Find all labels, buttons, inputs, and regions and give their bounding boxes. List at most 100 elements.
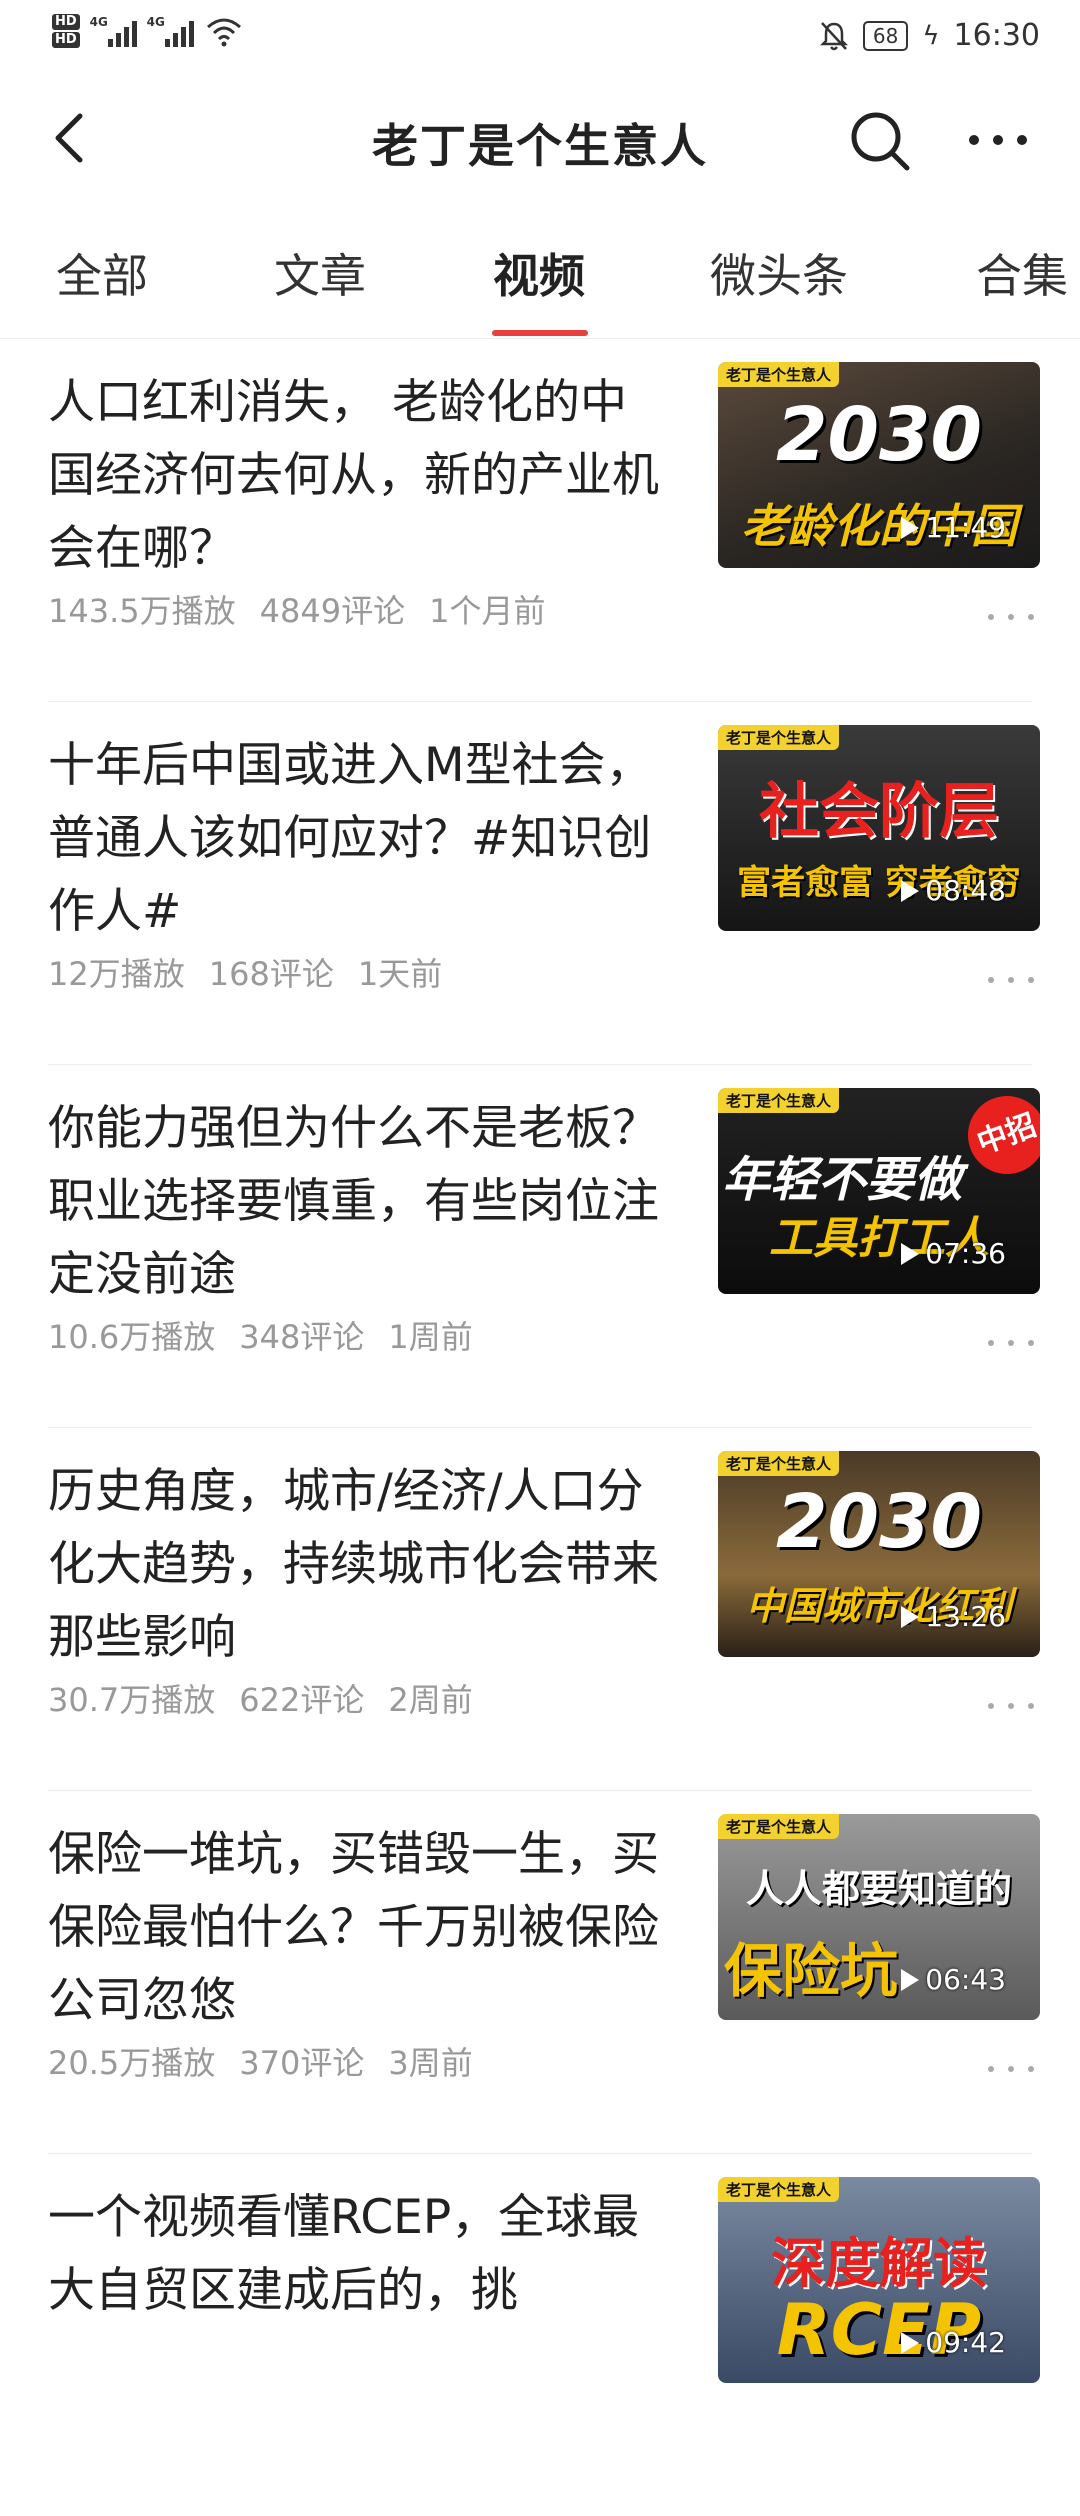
video-title[interactable]: 一个视频看懂RCEP，全球最大自贸区建成后的，挑 <box>48 2181 668 2327</box>
comment-count: 4849评论 <box>259 592 406 630</box>
signal-icon: 4G <box>90 15 137 47</box>
video-title[interactable]: 人口红利消失， 老龄化的中国经济何去何从，新的产业机会在哪？ <box>48 366 668 585</box>
thumbnail-text: 年轻不要做 <box>722 1152 963 1208</box>
battery-level: 68 <box>862 20 909 51</box>
tab-bar: 全部 文章 视频 微头条 合集 <box>0 228 1080 339</box>
video-title[interactable]: 保险一堆坑，买错毁一生，买保险最怕什么？千万别被保险公司忽悠 <box>48 1818 668 2037</box>
active-tab-indicator <box>492 330 588 336</box>
video-duration: 13:26 <box>901 1600 1006 1633</box>
app-header: 老丁是个生意人 <box>0 90 1080 190</box>
more-options-icon[interactable] <box>986 610 1036 624</box>
video-list: 人口红利消失， 老龄化的中国经济何去何从，新的产业机会在哪？ 143.5万播放 … <box>0 338 1080 2516</box>
tab-videos[interactable]: 视频 <box>493 240 585 306</box>
channel-tag: 老丁是个生意人 <box>718 1814 840 1839</box>
video-meta: 12万播放 168评论 1天前 <box>48 949 442 995</box>
status-bar: HD HD 4G 4G 68 ϟ 16:30 <box>0 0 1080 72</box>
publish-time: 1天前 <box>357 955 443 993</box>
channel-tag: 老丁是个生意人 <box>718 1088 840 1113</box>
play-icon <box>901 879 920 902</box>
video-thumbnail[interactable]: 老丁是个生意人 社会阶层 富者愈富 穷者愈穷 08:48 <box>718 725 1040 931</box>
page-title: 老丁是个生意人 <box>372 119 708 173</box>
status-right: 68 ϟ 16:30 <box>819 18 1040 53</box>
video-title[interactable]: 十年后中国或进入M型社会，普通人该如何应对？#知识创作人# <box>48 729 668 948</box>
video-item[interactable]: 一个视频看懂RCEP，全球最大自贸区建成后的，挑 老丁是个生意人 深度解读 RC… <box>0 2153 1080 2516</box>
video-duration: 09:42 <box>901 2326 1006 2359</box>
play-count: 10.6万播放 <box>48 1318 216 1356</box>
publish-time: 3周前 <box>388 2044 473 2082</box>
more-options-icon[interactable] <box>986 973 1036 987</box>
duration-text: 08:48 <box>925 874 1006 907</box>
comment-count: 168评论 <box>208 955 334 993</box>
network-type: 4G <box>146 15 165 29</box>
duration-text: 09:42 <box>925 2326 1006 2359</box>
signal-icon: 4G <box>147 15 194 47</box>
thumbnail-text: 社会阶层 <box>759 777 999 847</box>
tab-articles[interactable]: 文章 <box>274 240 366 306</box>
video-meta: 10.6万播放 348评论 1周前 <box>48 1312 473 1358</box>
network-type: 4G <box>89 15 108 29</box>
thumbnail-text: 人人都要知道的 <box>745 1867 1012 1911</box>
more-options-icon[interactable] <box>958 108 1038 168</box>
comment-count: 348评论 <box>239 1318 365 1356</box>
video-item[interactable]: 人口红利消失， 老龄化的中国经济何去何从，新的产业机会在哪？ 143.5万播放 … <box>0 338 1080 701</box>
play-icon <box>901 2331 920 2354</box>
thumbnail-text: 2030 <box>776 1479 982 1565</box>
thumbnail-text: 2030 <box>776 392 982 478</box>
comment-count: 622评论 <box>239 1681 365 1719</box>
search-icon[interactable] <box>845 106 915 176</box>
video-duration: 06:43 <box>901 1963 1006 1996</box>
video-duration: 07:36 <box>901 1237 1006 1270</box>
publish-time: 2周前 <box>388 1681 473 1719</box>
channel-tag: 老丁是个生意人 <box>718 725 840 750</box>
publish-time: 1个月前 <box>429 592 546 630</box>
charging-icon: ϟ <box>922 20 940 51</box>
video-meta: 20.5万播放 370评论 3周前 <box>48 2038 473 2084</box>
video-thumbnail[interactable]: 老丁是个生意人 深度解读 RCEP 09:42 <box>718 2177 1040 2383</box>
video-title[interactable]: 历史角度，城市/经济/人口分化大趋势，持续城市化会带来那些影响 <box>48 1455 668 1674</box>
video-meta: 30.7万播放 622评论 2周前 <box>48 1675 473 1721</box>
tab-all[interactable]: 全部 <box>56 240 148 306</box>
video-thumbnail[interactable]: 老丁是个生意人 2030 老龄化的中国 11:49 <box>718 362 1040 568</box>
duration-text: 06:43 <box>925 1963 1006 1996</box>
video-duration: 11:49 <box>901 511 1006 544</box>
publish-time: 1周前 <box>388 1318 473 1356</box>
video-duration: 08:48 <box>901 874 1006 907</box>
video-thumbnail[interactable]: 老丁是个生意人 人人都要知道的 保险坑 06:43 <box>718 1814 1040 2020</box>
video-title[interactable]: 你能力强但为什么不是老板？职业选择要慎重，有些岗位注定没前途 <box>48 1092 668 1311</box>
tab-micro-posts[interactable]: 微头条 <box>710 240 848 306</box>
status-left: HD HD 4G 4G <box>52 14 244 48</box>
more-options-icon[interactable] <box>986 1699 1036 1713</box>
thumbnail-text: 深度解读 <box>771 2232 987 2295</box>
video-item[interactable]: 你能力强但为什么不是老板？职业选择要慎重，有些岗位注定没前途 10.6万播放 3… <box>0 1064 1080 1427</box>
hd-icon: HD <box>52 14 80 30</box>
play-count: 12万播放 <box>48 955 185 993</box>
play-icon <box>901 1968 920 1991</box>
clock: 16:30 <box>953 18 1040 53</box>
video-item[interactable]: 十年后中国或进入M型社会，普通人该如何应对？#知识创作人# 12万播放 168评… <box>0 701 1080 1064</box>
video-thumbnail[interactable]: 老丁是个生意人 中招 年轻不要做 工具打工人 07:36 <box>718 1088 1040 1294</box>
duration-text: 11:49 <box>925 511 1006 544</box>
video-item[interactable]: 保险一堆坑，买错毁一生，买保险最怕什么？千万别被保险公司忽悠 20.5万播放 3… <box>0 1790 1080 2153</box>
channel-tag: 老丁是个生意人 <box>718 1451 840 1476</box>
play-count: 30.7万播放 <box>48 1681 216 1719</box>
hd-icons: HD HD <box>52 14 80 48</box>
play-count: 143.5万播放 <box>48 592 236 630</box>
play-icon <box>901 1242 920 1265</box>
duration-text: 07:36 <box>925 1237 1006 1270</box>
more-options-icon[interactable] <box>986 2062 1036 2076</box>
hd-icon: HD <box>52 32 80 48</box>
play-icon <box>901 1605 920 1628</box>
video-meta: 143.5万播放 4849评论 1个月前 <box>48 586 545 632</box>
play-count: 20.5万播放 <box>48 2044 216 2082</box>
more-options-icon[interactable] <box>986 1336 1036 1350</box>
bell-muted-icon <box>819 21 848 50</box>
video-thumbnail[interactable]: 老丁是个生意人 2030 中国城市化红利 13:26 <box>718 1451 1040 1657</box>
play-icon <box>901 516 920 539</box>
video-item[interactable]: 历史角度，城市/经济/人口分化大趋势，持续城市化会带来那些影响 30.7万播放 … <box>0 1427 1080 1790</box>
tab-collections[interactable]: 合集 <box>976 240 1068 306</box>
wifi-icon <box>206 18 241 47</box>
channel-tag: 老丁是个生意人 <box>718 2177 840 2202</box>
duration-text: 13:26 <box>925 1600 1006 1633</box>
comment-count: 370评论 <box>239 2044 365 2082</box>
channel-tag: 老丁是个生意人 <box>718 362 840 387</box>
